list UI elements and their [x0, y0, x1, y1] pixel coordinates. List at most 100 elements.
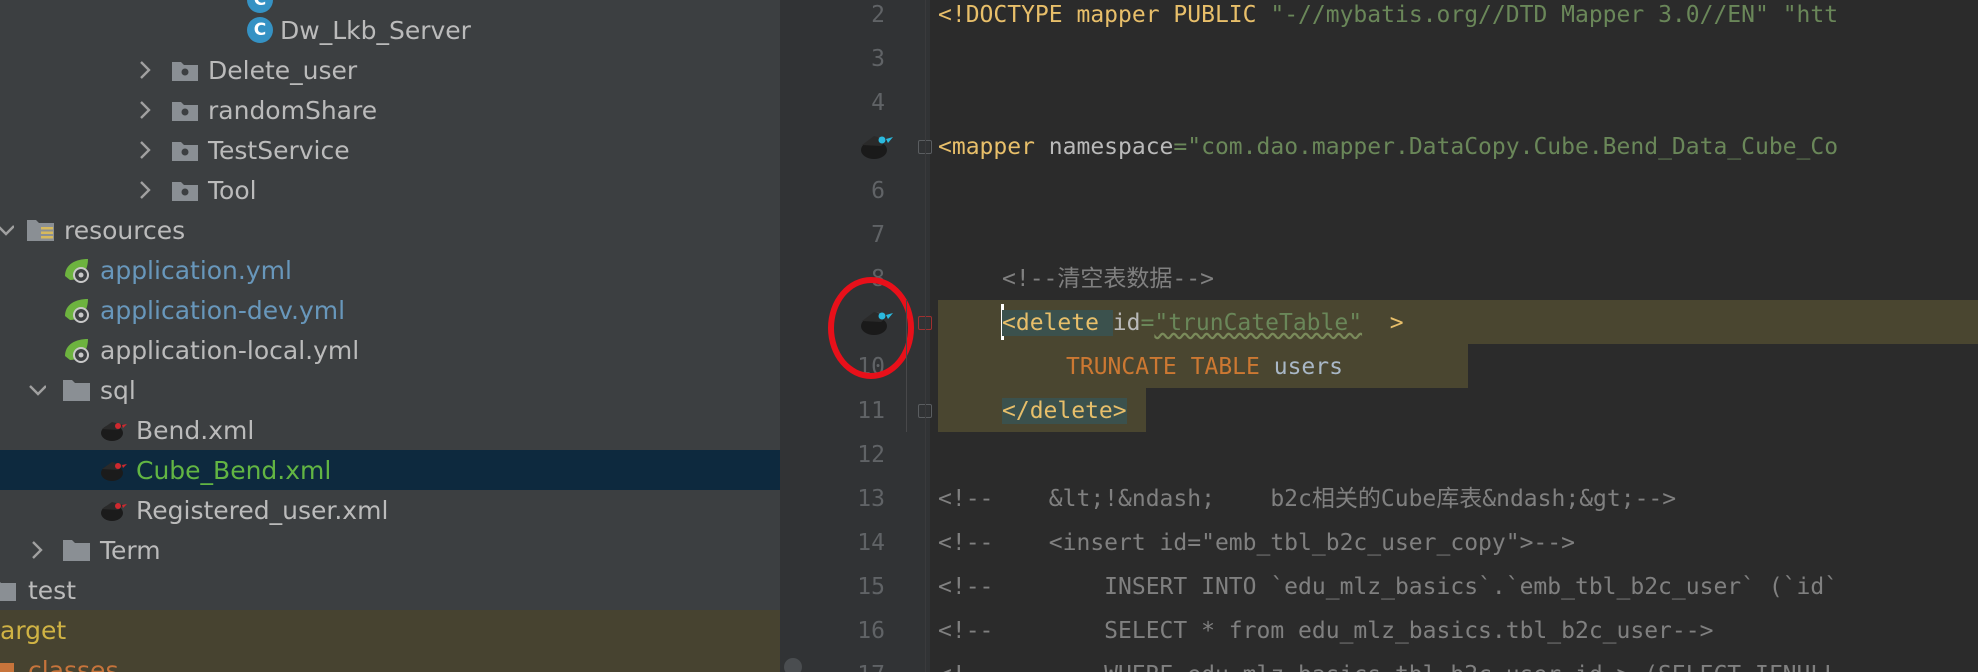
code-line-13: <!-- &lt;!&ndash; b2c相关的Cube库表&ndash;&gt…	[938, 486, 1677, 512]
line-number: 3	[871, 46, 885, 72]
tree-item-label: Registered_user.xml	[136, 495, 389, 525]
tree-item-testservice[interactable]: TestService	[0, 130, 780, 170]
project-tree: C C Dw_Lkb_Server Delete_user randomShar…	[0, 0, 780, 672]
fold-guide	[906, 300, 907, 432]
folder-icon	[62, 535, 92, 565]
line-number: 2	[871, 2, 885, 28]
tree-item-label: Tool	[208, 175, 257, 205]
code-token: users	[1273, 354, 1343, 380]
tree-item-label: application-dev.yml	[100, 295, 346, 325]
resources-folder-icon	[26, 215, 56, 245]
tree-item-registered-user-xml[interactable]: Registered_user.xml	[0, 490, 780, 530]
tree-item-label: arget	[0, 615, 67, 645]
annotation-circle	[828, 277, 914, 379]
tree-item-tool[interactable]: Tool	[0, 170, 780, 210]
tree-item-randomshare[interactable]: randomShare	[0, 90, 780, 130]
code-token: >	[1362, 310, 1404, 336]
class-icon: C	[245, 15, 275, 45]
tree-item-label: test	[28, 575, 77, 605]
code-token: TRUNCATE	[1066, 354, 1191, 380]
mybatis-bird-icon	[98, 415, 128, 445]
code-token: TABLE	[1190, 354, 1274, 380]
tree-item-dw-lkb-server[interactable]: C Dw_Lkb_Server	[0, 10, 780, 50]
spring-config-icon	[62, 295, 92, 325]
code-token: "trunCateTable"	[1154, 310, 1363, 336]
chevron-right-icon[interactable]	[136, 130, 154, 170]
chevron-down-icon[interactable]	[28, 370, 46, 410]
tree-item-application-dev-yml[interactable]: application-dev.yml	[0, 290, 780, 330]
line-number: 16	[857, 618, 885, 644]
code-line-14: <!-- <insert id="emb_tbl_b2c_user_copy">…	[938, 530, 1575, 556]
code-line-2: <!DOCTYPE mapper PUBLIC "-//mybatis.org/…	[938, 0, 1838, 37]
code-line-10: TRUNCATE TABLE users	[1066, 345, 1343, 389]
line-number: 4	[871, 90, 885, 116]
chevron-right-icon[interactable]	[136, 90, 154, 130]
mybatis-navigate-icon[interactable]	[858, 128, 894, 164]
line-number: 12	[857, 442, 885, 468]
code-token: <!DOCTYPE mapper PUBLIC	[938, 2, 1271, 28]
code-token: <delete	[1002, 310, 1113, 336]
tree-item-label: Delete_user	[208, 55, 358, 85]
excluded-folder-icon	[0, 655, 16, 672]
tree-item-target[interactable]: arget	[0, 610, 780, 650]
tree-item-label: randomShare	[208, 95, 378, 125]
code-line-5: <mapper namespace="com.dao.mapper.DataCo…	[938, 125, 1838, 169]
scrollbar-thumb[interactable]	[784, 658, 802, 672]
chevron-right-icon[interactable]	[136, 50, 154, 90]
chevron-down-icon[interactable]	[0, 210, 14, 250]
package-folder-icon	[170, 175, 200, 205]
tree-item-label: Bend.xml	[136, 415, 255, 445]
tree-item-application-local-yml[interactable]: application-local.yml	[0, 330, 780, 370]
gutter-separator	[925, 0, 926, 672]
folder-icon	[62, 375, 92, 405]
line-number: 11	[857, 398, 885, 424]
code-token: "com.dao.mapper.DataCopy.Cube.Bend_Data_…	[1187, 134, 1839, 160]
tree-item-label: TestService	[208, 135, 350, 165]
line-number: 7	[871, 222, 885, 248]
code-line-17: <!-- WHERE edu_mlz_basics.tbl_b2c_user.i…	[938, 653, 1838, 672]
package-folder-icon	[170, 135, 200, 165]
code-line-16: <!-- SELECT * from edu_mlz_basics.tbl_b2…	[938, 618, 1714, 644]
spring-config-icon	[62, 255, 92, 285]
tree-item-resources[interactable]: resources	[0, 210, 780, 250]
tree-item-sql[interactable]: sql	[0, 370, 780, 410]
tree-item-label: application-local.yml	[100, 335, 360, 365]
tree-item-label: Dw_Lkb_Server	[280, 15, 471, 45]
code-line-9: <delete id="trunCateTable" >	[1002, 301, 1404, 345]
code-token: =	[1173, 134, 1188, 160]
line-number: 17	[810, 653, 885, 672]
line-number: 13	[857, 486, 885, 512]
line-number: 15	[857, 574, 885, 600]
spring-config-icon	[62, 335, 92, 365]
panel-divider[interactable]	[780, 0, 810, 672]
line-number: 14	[857, 530, 885, 556]
mybatis-bird-icon	[98, 455, 128, 485]
tree-item-label: Term	[100, 535, 161, 565]
code-token: =	[1140, 310, 1155, 336]
chevron-right-icon[interactable]	[28, 530, 46, 570]
package-folder-icon	[170, 55, 200, 85]
mybatis-bird-icon	[98, 495, 128, 525]
tree-item-cube-bend-xml[interactable]: Cube_Bend.xml	[0, 450, 780, 490]
tree-item-test[interactable]: test	[0, 570, 780, 610]
code-line-8: <!--清空表数据-->	[1002, 266, 1214, 292]
tree-item-bend-xml[interactable]: Bend.xml	[0, 410, 780, 450]
code-token: "-//mybatis.org//DTD Mapper 3.0//EN" "ht…	[1270, 2, 1839, 28]
tree-item-application-yml[interactable]: application.yml	[0, 250, 780, 290]
tree-item-classes[interactable]: classes	[0, 650, 780, 672]
code-token: namespace	[1048, 134, 1174, 160]
ide-window: C C Dw_Lkb_Server Delete_user randomShar…	[0, 0, 1978, 672]
folder-icon	[0, 575, 18, 605]
code-token: </delete>	[1002, 398, 1127, 424]
chevron-right-icon[interactable]	[136, 170, 154, 210]
tree-item-label: application.yml	[100, 255, 292, 285]
code-token: id	[1112, 310, 1141, 336]
line-number: 6	[871, 178, 885, 204]
tree-item-term[interactable]: Term	[0, 530, 780, 570]
tree-item-label: classes	[28, 655, 119, 672]
code-line-11: </delete>	[1002, 389, 1127, 433]
package-folder-icon	[170, 95, 200, 125]
tree-item-delete-user[interactable]: Delete_user	[0, 50, 780, 90]
code-token: <mapper	[938, 134, 1049, 160]
tree-item-label: resources	[64, 215, 186, 245]
